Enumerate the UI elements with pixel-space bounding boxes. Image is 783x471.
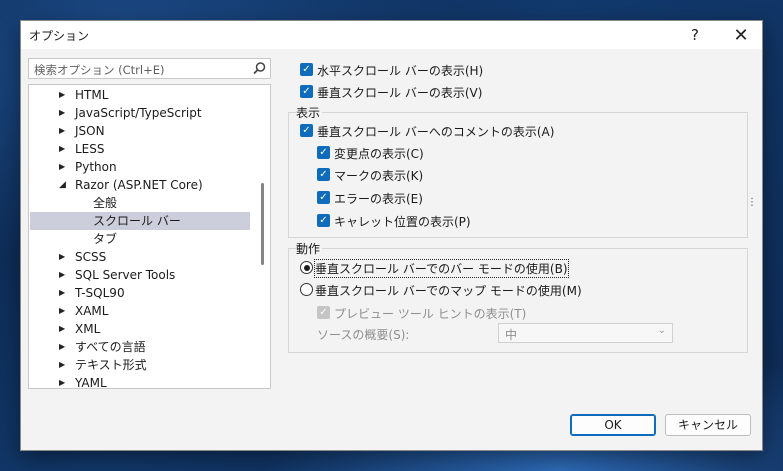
marks-checkbox[interactable]: ✓	[317, 168, 330, 181]
tree-item-label: スクロール バー	[93, 214, 181, 228]
chevron-right-icon[interactable]: ▶	[59, 302, 69, 320]
tree-item-razor[interactable]: ◢ Razor (ASP.NET Core)	[30, 176, 250, 194]
annotations-checkbox[interactable]: ✓	[300, 124, 313, 137]
tree-item-general[interactable]: 全般	[30, 194, 250, 212]
tree-item-all-languages[interactable]: ▶ すべての言語	[30, 338, 250, 356]
errors-checkbox[interactable]: ✓	[317, 191, 330, 204]
tree-item-label: 全般	[93, 196, 118, 210]
chevron-right-icon[interactable]: ▶	[59, 86, 69, 104]
chevron-right-icon[interactable]: ▶	[59, 284, 69, 302]
display-group-label: 表示	[296, 104, 323, 121]
chevron-right-icon[interactable]: ▶	[59, 104, 69, 122]
caret-label: キャレット位置の表示(P)	[334, 215, 471, 229]
bar-mode-label: 垂直スクロール バーでのバー モードの使用(B)	[314, 259, 569, 278]
tree-item-label: JSON	[75, 124, 105, 138]
tree-item-label: Razor (ASP.NET Core)	[75, 178, 203, 192]
search-placeholder: 検索オプション (Ctrl+E)	[34, 63, 165, 77]
bar-mode-radio[interactable]	[300, 261, 313, 274]
errors-label: エラーの表示(E)	[334, 192, 423, 206]
title-bar: オプション ? ✕	[21, 21, 762, 49]
tree-item-xaml[interactable]: ▶ XAML	[30, 302, 250, 320]
chevron-right-icon[interactable]: ▶	[59, 266, 69, 284]
source-overview-value: 中	[505, 328, 518, 342]
tree-item-label: すべての言語	[75, 340, 146, 354]
vscroll-label: 垂直スクロール バーの表示(V)	[317, 86, 483, 100]
caret-checkbox[interactable]: ✓	[317, 214, 330, 227]
hscroll-checkbox[interactable]: ✓	[300, 63, 313, 76]
annotations-label: 垂直スクロール バーへのコメントの表示(A)	[317, 125, 555, 139]
chevron-right-icon[interactable]: ▶	[59, 356, 69, 374]
tree-item-html[interactable]: ▶ HTML	[30, 86, 250, 104]
marks-label: マークの表示(K)	[334, 169, 424, 183]
chevron-right-icon[interactable]: ▶	[59, 320, 69, 338]
tree-item-label: LESS	[75, 142, 105, 156]
tree-item-label: テキスト形式	[75, 358, 147, 372]
chevron-right-icon[interactable]: ▶	[59, 122, 69, 140]
chevron-right-icon[interactable]: ▶	[59, 338, 69, 356]
tree-item-label: SCSS	[75, 250, 107, 264]
preview-tooltip-checkbox[interactable]: ✓	[317, 306, 330, 319]
tree-item-scss[interactable]: ▶ SCSS	[30, 248, 250, 266]
preview-tooltip-label: プレビュー ツール ヒントの表示(T)	[334, 307, 527, 321]
tree-item-label: SQL Server Tools	[75, 268, 176, 282]
source-overview-select[interactable]: 中 ⌄	[498, 323, 673, 343]
clipped-edge-glyph: ⋮	[747, 197, 757, 208]
tree-item-label: XAML	[75, 304, 109, 318]
changes-checkbox[interactable]: ✓	[317, 146, 330, 159]
tree-scrollbar-thumb[interactable]	[261, 183, 264, 265]
vscroll-checkbox[interactable]: ✓	[300, 85, 313, 98]
tree-item-yaml[interactable]: ▶ YAML	[30, 374, 250, 389]
tree-item-label: XML	[75, 322, 101, 336]
chevron-down-icon[interactable]: ◢	[59, 176, 69, 194]
tree-item-sql-server-tools[interactable]: ▶ SQL Server Tools	[30, 266, 250, 284]
chevron-right-icon[interactable]: ▶	[59, 248, 69, 266]
chevron-right-icon[interactable]: ▶	[59, 374, 69, 388]
source-overview-label: ソースの概要(S):	[317, 328, 410, 342]
changes-label: 変更点の表示(C)	[334, 147, 424, 161]
search-input[interactable]: 検索オプション (Ctrl+E)	[28, 58, 271, 79]
hscroll-label: 水平スクロール バーの表示(H)	[317, 64, 484, 78]
tree-item-python[interactable]: ▶ Python	[30, 158, 250, 176]
help-button[interactable]: ?	[672, 21, 718, 49]
tree-item-json[interactable]: ▶ JSON	[30, 122, 250, 140]
options-dialog: オプション ? ✕ 検索オプション (Ctrl+E) ▶ HTML ▶ JavaSc…	[20, 20, 763, 451]
tree-item-less[interactable]: ▶ LESS	[30, 140, 250, 158]
tree-item-tabs[interactable]: タブ	[30, 230, 250, 248]
search-icon[interactable]	[252, 61, 267, 76]
window-title: オプション	[29, 29, 90, 43]
tree-item-label: タブ	[93, 232, 118, 246]
behavior-group-label: 動作	[296, 240, 323, 257]
chevron-right-icon[interactable]: ▶	[59, 158, 69, 176]
chevron-right-icon[interactable]: ▶	[59, 140, 69, 158]
chevron-down-icon: ⌄	[657, 325, 666, 336]
map-mode-radio[interactable]	[300, 283, 313, 296]
tree-item-tsql90[interactable]: ▶ T-SQL90	[30, 284, 250, 302]
tree-item-label: YAML	[75, 376, 107, 389]
ok-button[interactable]: OK	[570, 414, 656, 436]
tree-item-label: JavaScript/TypeScript	[75, 106, 202, 120]
tree-item-label: T-SQL90	[75, 286, 125, 300]
map-mode-label: 垂直スクロール バーでのマップ モードの使用(M)	[315, 284, 582, 298]
options-tree[interactable]: ▶ HTML ▶ JavaScript/TypeScript ▶ JSON ▶ LESS…	[28, 84, 271, 389]
tree-item-label: HTML	[75, 88, 109, 102]
tree-item-javascript-typescript[interactable]: ▶ JavaScript/TypeScript	[30, 104, 250, 122]
cancel-button[interactable]: キャンセル	[665, 414, 751, 436]
tree-item-text-format[interactable]: ▶ テキスト形式	[30, 356, 250, 374]
tree-item-xml[interactable]: ▶ XML	[30, 320, 250, 338]
close-button[interactable]: ✕	[718, 21, 764, 49]
tree-item-scrollbar[interactable]: スクロール バー	[30, 212, 250, 230]
tree-item-label: Python	[75, 160, 117, 174]
